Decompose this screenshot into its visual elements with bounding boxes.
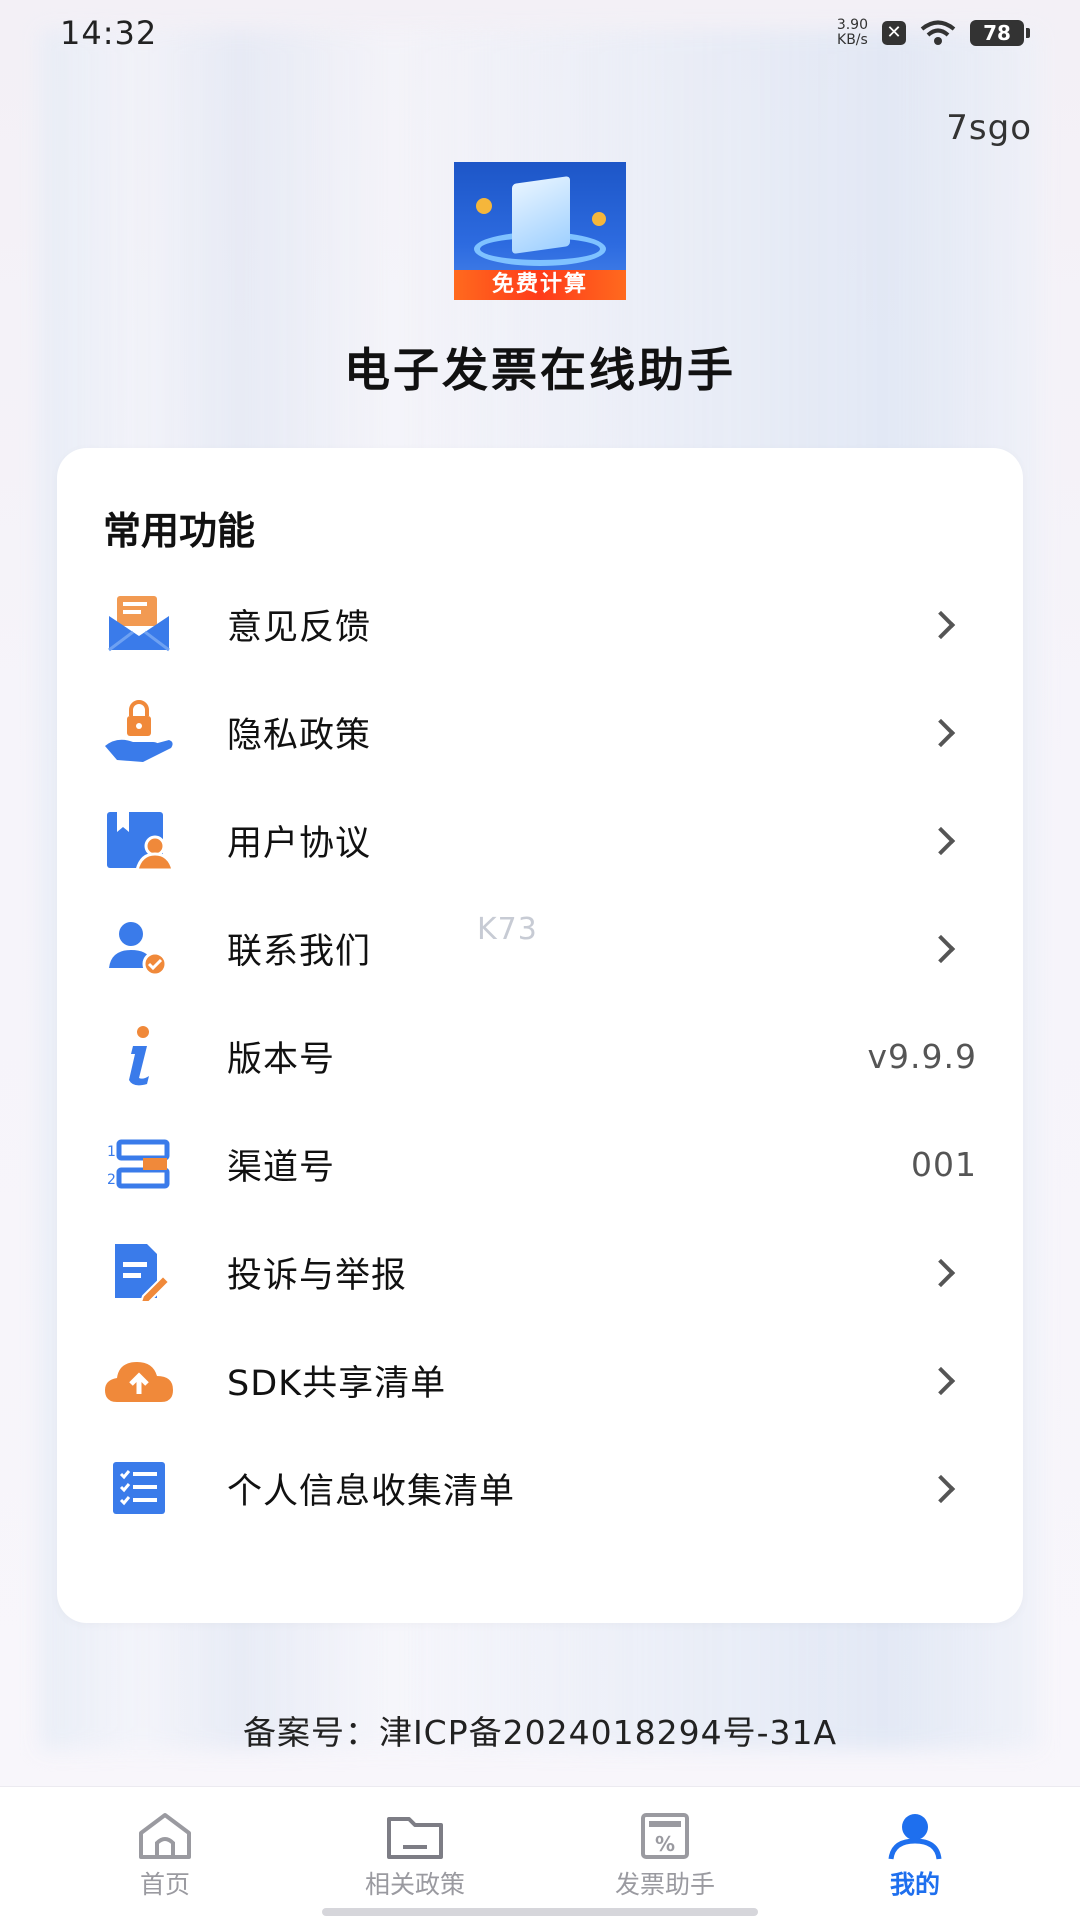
menu-label: 用户协议 — [227, 823, 372, 864]
profile-icon — [888, 1814, 942, 1860]
document-graphic — [512, 175, 570, 255]
version-value: v9.9.9 — [867, 1036, 977, 1076]
menu-item-channel: 1 2 渠道号 001 — [57, 1110, 1023, 1218]
status-bar: 14:32 3.90 KB/s ✕ 78 — [0, 0, 1080, 66]
cloud-upload-icon — [103, 1348, 175, 1412]
battery-icon: 78 — [970, 20, 1030, 46]
close-box-icon: ✕ — [882, 21, 906, 45]
channel-value: 001 — [911, 1144, 977, 1184]
menu-label: 隐私政策 — [227, 715, 372, 756]
report-edit-icon — [103, 1240, 175, 1304]
home-icon — [139, 1813, 191, 1859]
menu-item-personal-info-list[interactable]: 个人信息收集清单 — [57, 1434, 1023, 1542]
tab-home[interactable]: 首页 — [55, 1787, 275, 1901]
app-title: 电子发票在线助手 — [344, 343, 736, 397]
network-speed-value: 3.90 — [836, 17, 868, 33]
tab-label: 发票助手 — [614, 1870, 715, 1899]
folder-icon — [387, 1817, 443, 1859]
home-indicator — [322, 1908, 758, 1916]
menu-item-sdk-list[interactable]: SDK共享清单 — [57, 1326, 1023, 1434]
menu-label: 个人信息收集清单 — [227, 1471, 516, 1512]
menu-label: 意见反馈 — [227, 607, 372, 648]
checklist-icon — [103, 1456, 175, 1520]
bottom-tab-bar: 首页 相关政策 % 发票助手 我的 — [0, 1786, 1080, 1920]
chevron-right-icon — [927, 717, 957, 747]
svg-text:%: % — [655, 1832, 675, 1856]
watermark-center: K73 — [477, 912, 538, 947]
menu-item-feedback[interactable]: 意见反馈 — [57, 570, 1023, 678]
contact-user-icon — [103, 916, 175, 980]
tab-label: 首页 — [139, 1870, 190, 1899]
status-time: 14:32 — [60, 14, 158, 52]
menu-label: 渠道号 — [227, 1147, 336, 1188]
menu-label: 投诉与举报 — [227, 1255, 408, 1296]
tab-label: 我的 — [889, 1870, 940, 1899]
user-agreement-icon — [103, 808, 175, 872]
menu-item-contact-us[interactable]: 联系我们 K73 — [57, 894, 1023, 1002]
watermark-top: 7sgo — [946, 108, 1032, 148]
chevron-right-icon — [927, 1473, 957, 1503]
coin-decoration — [592, 212, 606, 226]
tab-mine[interactable]: 我的 — [805, 1787, 1025, 1901]
numbered-list-icon: 1 2 — [103, 1132, 175, 1196]
function-menu: 意见反馈 隐私政策 用户协议 联系我们 K73 版本号 v9.9.9 1 2 渠… — [57, 570, 1023, 1542]
invoice-percent-icon: % — [641, 1813, 689, 1859]
chevron-right-icon — [927, 825, 957, 855]
network-speed-unit: KB/s — [837, 32, 868, 48]
menu-item-privacy-policy[interactable]: 隐私政策 — [57, 678, 1023, 786]
menu-label: 版本号 — [227, 1039, 336, 1080]
logo-banner: 免费计算 — [454, 270, 626, 300]
chevron-right-icon — [927, 933, 957, 963]
wifi-icon — [920, 20, 956, 45]
icp-record-number: 备案号：津ICP备2024018294号-31A — [242, 1713, 838, 1752]
tab-invoice-assistant[interactable]: % 发票助手 — [555, 1787, 775, 1901]
svg-text:2: 2 — [107, 1172, 116, 1188]
tab-policies[interactable]: 相关政策 — [305, 1787, 525, 1901]
menu-item-complaint-report[interactable]: 投诉与举报 — [57, 1218, 1023, 1326]
svg-text:1: 1 — [107, 1144, 116, 1160]
info-icon — [103, 1024, 175, 1088]
common-functions-card: 常用功能 意见反馈 隐私政策 用户协议 联系我们 K73 版本号 v9.9.9 … — [57, 448, 1023, 1623]
card-title: 常用功能 — [103, 509, 256, 553]
coin-decoration — [476, 198, 492, 214]
hand-lock-icon — [103, 700, 175, 764]
chevron-right-icon — [927, 1257, 957, 1287]
envelope-icon — [103, 592, 175, 656]
chevron-right-icon — [927, 1365, 957, 1395]
app-logo: 免费计算 — [454, 162, 626, 300]
network-speed: 3.90 KB/s — [837, 18, 868, 48]
tab-label: 相关政策 — [364, 1870, 465, 1899]
menu-item-user-agreement[interactable]: 用户协议 — [57, 786, 1023, 894]
menu-label: SDK共享清单 — [227, 1363, 447, 1404]
status-icons: 3.90 KB/s ✕ 78 — [837, 18, 1030, 48]
menu-item-version: 版本号 v9.9.9 — [57, 1002, 1023, 1110]
chevron-right-icon — [927, 609, 957, 639]
menu-label: 联系我们 — [227, 931, 372, 972]
